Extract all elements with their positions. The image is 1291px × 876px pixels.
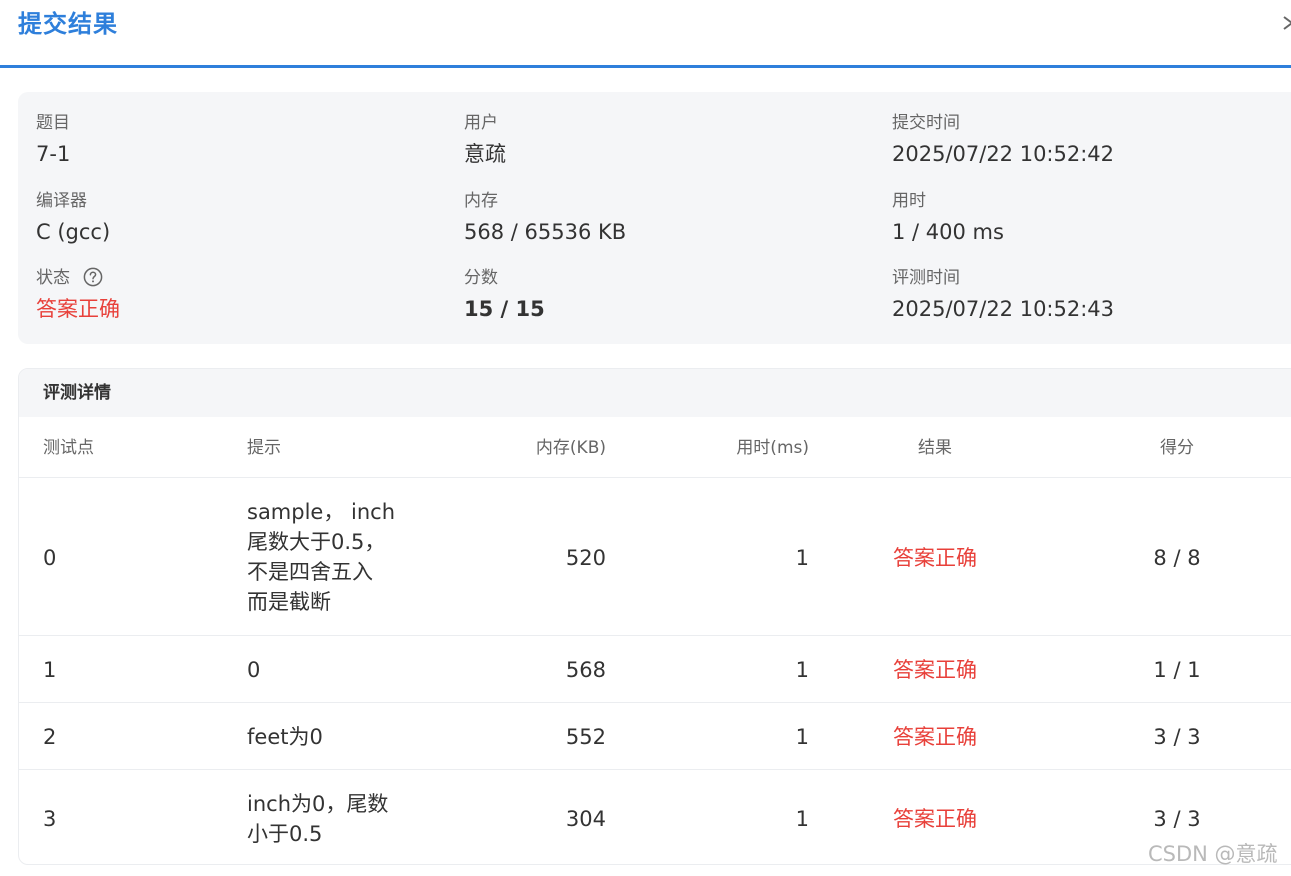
user-field: 用户 意疏 — [464, 112, 506, 168]
row-result: 答案正确 — [893, 725, 977, 749]
memory-label: 内存 — [464, 191, 498, 211]
column-header-score: 得分 — [1160, 438, 1194, 458]
row-score: 1 / 1 — [1153, 658, 1201, 682]
row-test-id: 2 — [43, 725, 57, 749]
memory-field: 内存 568 / 65536 KB — [464, 190, 626, 246]
status-field: 状态 答案正确 — [36, 267, 120, 323]
column-header-time: 用时(ms) — [736, 438, 809, 458]
close-icon[interactable] — [1281, 12, 1291, 34]
compiler-field: 编译器 C (gcc) — [36, 190, 110, 246]
status-value: 答案正确 — [36, 297, 120, 321]
judge-details-title: 评测详情 — [43, 383, 111, 403]
help-icon[interactable] — [83, 267, 103, 287]
row-time: 1 — [795, 807, 809, 831]
row-divider — [19, 635, 1291, 636]
row-time: 1 — [795, 725, 809, 749]
row-hint: sample， inch 尾数大于0.5， 不是四舍五入 而是截断 — [247, 500, 396, 614]
time-label: 用时 — [892, 191, 926, 211]
column-header-memory: 内存(KB) — [535, 438, 606, 458]
dialog-header: 提交结果 — [0, 0, 1291, 68]
row-memory: 552 — [565, 725, 606, 749]
judge-details-header: 评测详情 — [19, 369, 1291, 417]
row-score: 3 / 3 — [1153, 725, 1201, 749]
score-field: 分数 15 / 15 — [464, 267, 545, 323]
status-label-row: 状态 — [36, 267, 120, 289]
dialog-title: 提交结果 — [18, 10, 118, 38]
time-field: 用时 1 / 400 ms — [892, 190, 1004, 246]
row-memory: 520 — [565, 546, 606, 570]
watermark: CSDN @意疏 — [1148, 842, 1278, 866]
row-score: 8 / 8 — [1153, 546, 1201, 570]
submit-time-label: 提交时间 — [892, 113, 960, 133]
submit-time-field: 提交时间 2025/07/22 10:52:42 — [892, 112, 1114, 168]
problem-field: 题目 7-1 — [36, 112, 70, 168]
row-hint: 0 — [247, 658, 261, 682]
row-test-id: 1 — [43, 658, 57, 682]
row-result: 答案正确 — [893, 546, 977, 570]
row-test-id: 0 — [43, 546, 57, 570]
score-label: 分数 — [464, 268, 498, 288]
status-label: 状态 — [36, 268, 70, 288]
row-result: 答案正确 — [893, 658, 977, 682]
row-hint: feet为0 — [247, 725, 323, 749]
judge-details-panel: 评测详情 测试点 提示 内存(KB) 用时(ms) 结果 得分 0 sample… — [18, 368, 1291, 865]
column-header-result: 结果 — [918, 438, 952, 458]
memory-value: 568 / 65536 KB — [464, 220, 627, 244]
row-hint: inch为0，尾数 小于0.5 — [247, 792, 389, 846]
submission-info-panel: 题目 7-1 用户 意疏 提交时间 2025/07/22 10:52:42 编译… — [18, 92, 1291, 344]
row-time: 1 — [795, 546, 809, 570]
user-value: 意疏 — [464, 142, 506, 166]
user-label: 用户 — [464, 113, 498, 133]
time-value: 1 / 400 ms — [892, 220, 1004, 244]
header-divider — [19, 477, 1291, 478]
row-result: 答案正确 — [893, 807, 977, 831]
score-value: 15 / 15 — [464, 297, 545, 321]
row-memory: 304 — [565, 807, 606, 831]
judge-time-label: 评测时间 — [892, 268, 960, 288]
judge-time-value: 2025/07/22 10:52:43 — [892, 297, 1115, 321]
submit-time-value: 2025/07/22 10:52:42 — [892, 142, 1115, 166]
compiler-value: C (gcc) — [36, 220, 111, 244]
problem-label: 题目 — [36, 113, 70, 133]
column-header-hint: 提示 — [247, 438, 281, 458]
problem-value: 7-1 — [36, 142, 71, 166]
row-memory: 568 — [565, 658, 606, 682]
row-divider — [19, 702, 1291, 703]
column-header-test: 测试点 — [43, 438, 94, 458]
judge-time-field: 评测时间 2025/07/22 10:52:43 — [892, 267, 1114, 323]
row-divider — [19, 769, 1291, 770]
row-test-id: 3 — [43, 807, 57, 831]
compiler-label: 编译器 — [36, 191, 87, 211]
row-time: 1 — [795, 658, 809, 682]
row-score: 3 / 3 — [1153, 807, 1201, 831]
